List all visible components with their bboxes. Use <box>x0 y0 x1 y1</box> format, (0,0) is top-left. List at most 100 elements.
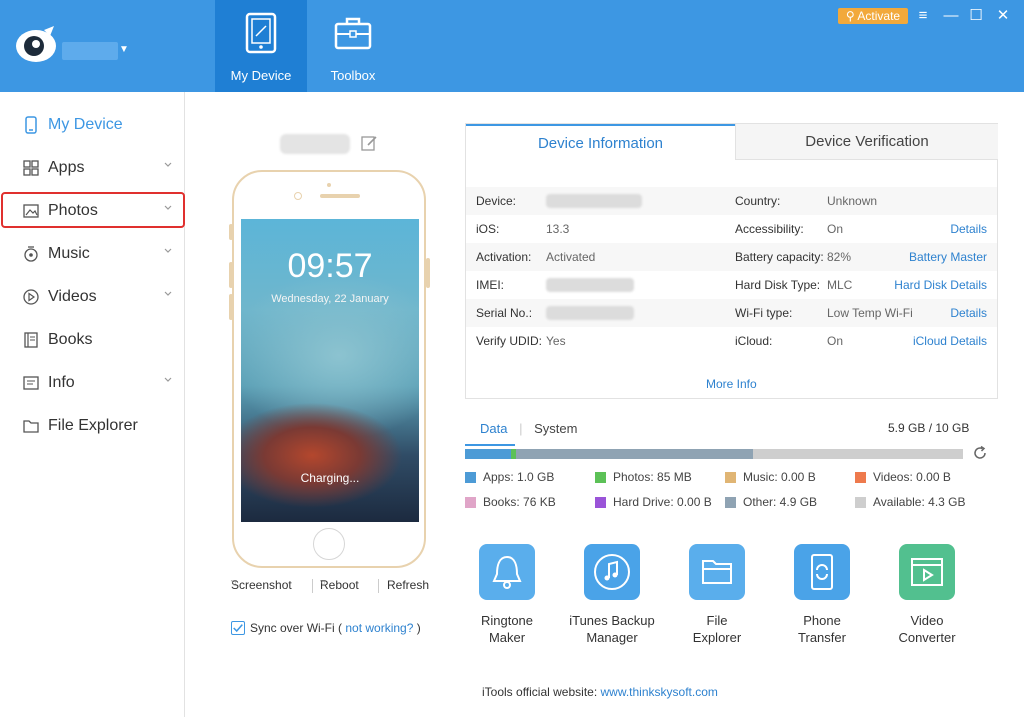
device-model-blurred <box>546 194 642 208</box>
not-working-link[interactable]: not working? <box>345 621 413 635</box>
tab-data-underline <box>465 444 515 446</box>
storage-tabs: Data | System <box>480 421 577 436</box>
tool-label-line2: Manager <box>586 630 638 645</box>
maximize-button[interactable]: ☐ <box>965 5 987 27</box>
legend-swatch <box>595 497 606 508</box>
sidebar-item-label: My Device <box>48 116 123 133</box>
sync-wifi-checkbox[interactable] <box>231 621 245 635</box>
serial-value-blurred <box>546 306 634 320</box>
refresh-icon[interactable] <box>972 445 988 461</box>
footer: iTools official website: www.thinkskysof… <box>482 685 718 699</box>
apps-icon <box>23 160 39 176</box>
tab-my-device-label: My Device <box>230 68 292 83</box>
website-link[interactable]: www.thinkskysoft.com <box>601 685 718 699</box>
tool-label-line1: File <box>706 613 728 628</box>
more-info-link[interactable]: More Info <box>706 377 757 391</box>
wifi-details-link[interactable]: Details <box>950 306 987 320</box>
menu-button[interactable]: ≡ <box>912 5 934 27</box>
info-row: Activation: Activated Battery capacity: … <box>466 243 997 271</box>
legend-label: Hard Drive: 0.00 B <box>613 495 712 509</box>
legend-label: Photos: 85 MB <box>613 470 692 484</box>
device-name-blurred <box>280 134 350 154</box>
tool-label-line1: iTunes Backup <box>569 613 655 628</box>
itunes-backup-manager-button[interactable]: iTunes Backup Manager <box>562 544 662 648</box>
phone-transfer-icon <box>794 544 850 600</box>
refresh-button[interactable]: Refresh <box>387 578 429 592</box>
toolbox-icon <box>334 17 372 50</box>
legend-swatch <box>595 472 606 483</box>
sidebar-item-apps[interactable]: Apps <box>0 150 185 186</box>
close-button[interactable]: ✕ <box>992 5 1014 27</box>
storage-total: 5.9 GB / 10 GB <box>888 421 970 435</box>
activate-button[interactable]: ⚲ Activate <box>838 8 908 24</box>
screenshot-label: Screenshot <box>231 578 292 592</box>
sidebar-item-videos[interactable]: Videos <box>0 279 185 315</box>
sidebar-item-label: Books <box>48 331 93 348</box>
photos-highlight-box <box>1 192 185 228</box>
music-icon <box>24 246 38 262</box>
hard-disk-details-link[interactable]: Hard Disk Details <box>894 278 987 292</box>
sidebar: My Device Apps Photos Music Videos Books… <box>0 92 185 717</box>
accessibility-details-link[interactable]: Details <box>950 222 987 236</box>
video-converter-button[interactable]: Video Converter <box>877 544 977 648</box>
legend-label: Videos: 0.00 B <box>873 470 951 484</box>
imei-value-blurred <box>546 278 634 292</box>
footer-label: iTools official website: <box>482 685 601 699</box>
chevron-down-icon <box>164 248 172 253</box>
chevron-down-icon: ▽ <box>231 578 238 587</box>
accessibility-label: Accessibility: <box>735 222 804 236</box>
sidebar-item-label: Music <box>48 245 90 262</box>
tab-data[interactable]: Data <box>480 421 507 436</box>
tool-label-line1: Phone <box>803 613 841 628</box>
sidebar-item-books[interactable]: Books <box>0 322 185 358</box>
storage-bar <box>465 449 963 459</box>
itools-logo-icon <box>16 26 56 62</box>
icloud-details-link[interactable]: iCloud Details <box>913 334 987 348</box>
info-row: Serial No.: Wi-Fi type: Low Temp Wi-Fi D… <box>466 299 997 327</box>
sidebar-item-label: Videos <box>48 288 97 305</box>
country-label: Country: <box>735 194 781 208</box>
minimize-button[interactable]: — <box>940 5 962 27</box>
hard-disk-type-label: Hard Disk Type: <box>735 278 821 292</box>
battery-master-link[interactable]: Battery Master <box>909 250 987 264</box>
tab-my-device[interactable]: My Device <box>215 0 307 92</box>
checkmark-icon <box>233 624 243 633</box>
sync-wifi-text: Sync over Wi-Fi ( <box>250 621 343 635</box>
phone-icon <box>25 116 37 134</box>
verify-udid-label: Verify UDID: <box>476 334 543 348</box>
tablet-icon <box>245 12 277 54</box>
file-explorer-button[interactable]: File Explorer <box>667 544 767 648</box>
device-info-panel: Device Information Device Verification D… <box>465 123 998 399</box>
sidebar-item-info[interactable]: Info <box>0 365 185 401</box>
legend-swatch <box>725 497 736 508</box>
sidebar-item-music[interactable]: Music <box>0 236 185 272</box>
sidebar-item-label: Info <box>48 374 75 391</box>
tool-label: Phone Transfer <box>772 612 872 646</box>
account-name[interactable] <box>62 42 118 60</box>
tab-toolbox-label: Toolbox <box>330 68 376 83</box>
account-dropdown-icon[interactable]: ▼ <box>119 44 129 55</box>
charging-status: Charging... <box>300 471 360 485</box>
tool-label: iTunes Backup Manager <box>562 612 662 646</box>
wifi-type-label: Wi-Fi type: <box>735 306 793 320</box>
tab-device-information[interactable]: Device Information <box>466 124 735 160</box>
title-bar: ▼ My Device Toolbox ⚲ Activate ≡ — ☐ ✕ <box>0 0 1024 92</box>
phone-transfer-button[interactable]: Phone Transfer <box>772 544 872 648</box>
legend-swatch <box>465 472 476 483</box>
sidebar-item-file-explorer[interactable]: File Explorer <box>0 408 185 444</box>
country-value: Unknown <box>827 194 878 208</box>
chevron-down-icon <box>164 377 172 382</box>
tab-toolbox[interactable]: Toolbox <box>307 0 399 92</box>
info-row: Verify UDID: Yes iCloud: On iCloud Detai… <box>466 327 997 355</box>
tool-label-line1: Ringtone <box>480 613 534 628</box>
device-label: Device: <box>476 194 517 208</box>
sidebar-item-label: Apps <box>48 159 85 176</box>
info-row: Device: Country: Unknown <box>466 187 997 215</box>
edit-icon[interactable] <box>360 134 378 152</box>
ringtone-maker-button[interactable]: Ringtone Maker <box>457 544 557 648</box>
sidebar-item-my-device[interactable]: My Device <box>0 107 185 143</box>
tab-system[interactable]: System <box>534 421 577 436</box>
book-icon <box>24 332 38 348</box>
ios-label: iOS: <box>476 222 500 236</box>
tab-device-verification[interactable]: Device Verification <box>735 124 998 160</box>
